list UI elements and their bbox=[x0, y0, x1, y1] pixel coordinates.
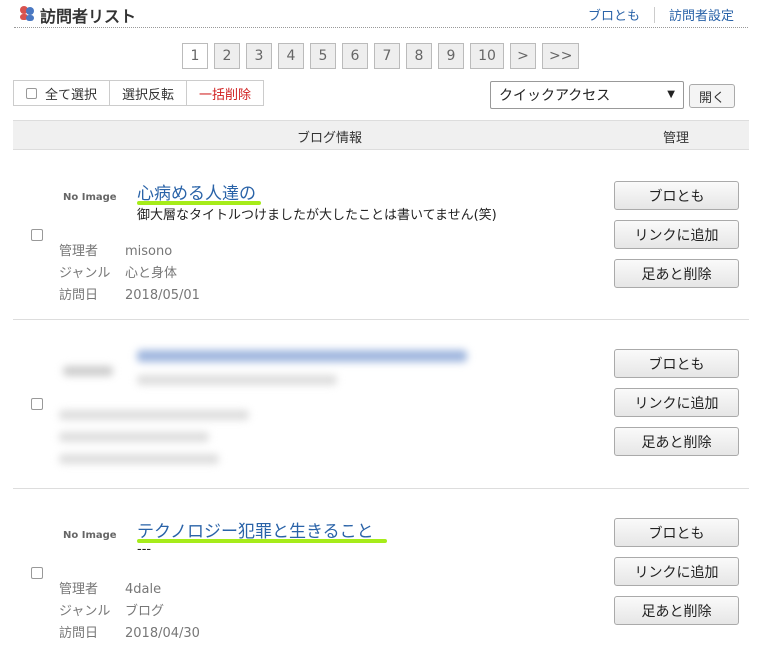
page-title: 訪問者リスト bbox=[40, 7, 137, 26]
admin-value: 4dale bbox=[125, 582, 162, 597]
page-3[interactable]: 3 bbox=[246, 43, 272, 69]
select-all-button[interactable]: 全て選択 bbox=[14, 81, 111, 105]
genre-label: ジャンル bbox=[59, 604, 111, 619]
blurred-desc bbox=[137, 375, 337, 385]
blog-description: --- bbox=[137, 542, 152, 557]
add-link-button[interactable]: リンクに追加 bbox=[614, 557, 739, 586]
admin-label: 管理者 bbox=[59, 244, 99, 259]
header-links: ブロとも 訪問者設定 bbox=[588, 5, 734, 24]
visitor-row: ブロとも リンクに追加 足あと削除 bbox=[13, 320, 749, 489]
page-6[interactable]: 6 bbox=[342, 43, 368, 69]
column-blog-info: ブログ情報 bbox=[297, 131, 363, 146]
row-checkbox[interactable] bbox=[31, 567, 43, 579]
burotomo-button[interactable]: ブロとも bbox=[614, 181, 739, 210]
admin-info: 管理者 4dale bbox=[59, 578, 161, 597]
select-all-checkbox[interactable] bbox=[26, 87, 37, 99]
genre-label: ジャンル bbox=[59, 266, 111, 281]
no-image-placeholder: No Image bbox=[63, 530, 117, 541]
add-link-button[interactable]: リンクに追加 bbox=[614, 220, 739, 249]
visit-date-info: 訪問日 2018/05/01 bbox=[59, 284, 200, 303]
visit-date-value: 2018/05/01 bbox=[125, 288, 200, 303]
visitor-row: No Image 心病める人達の 御大層なタイトルつけましたが大したことは書いて… bbox=[13, 151, 749, 320]
genre-info: ジャンル 心と身体 bbox=[59, 262, 177, 281]
last-page-button[interactable]: >> bbox=[542, 43, 580, 69]
table-header: ブログ情報 管理 bbox=[13, 120, 749, 150]
row-checkbox[interactable] bbox=[31, 229, 43, 241]
selection-toolbar: 全て選択 選択反転 一括削除 bbox=[13, 80, 265, 106]
visit-label: 訪問日 bbox=[59, 288, 99, 303]
blog-title-link[interactable]: 心病める人達の bbox=[137, 179, 256, 204]
genre-value: 心と身体 bbox=[125, 266, 178, 281]
column-manage: 管理 bbox=[663, 131, 690, 146]
blog-description: 御大層なタイトルつけましたが大したことは書いてません(笑) bbox=[137, 208, 497, 223]
blurred-date bbox=[59, 454, 219, 464]
quick-access-value: クイックアクセス bbox=[499, 88, 611, 104]
burotomo-button[interactable]: ブロとも bbox=[614, 518, 739, 547]
visit-date-info: 訪問日 2018/04/30 bbox=[59, 622, 200, 641]
page-7[interactable]: 7 bbox=[374, 43, 400, 69]
burotomo-button[interactable]: ブロとも bbox=[614, 349, 739, 378]
no-image-placeholder: No Image bbox=[63, 192, 117, 203]
invert-selection-button[interactable]: 選択反転 bbox=[110, 81, 188, 105]
divider bbox=[653, 7, 655, 23]
open-button[interactable]: 開く bbox=[689, 84, 735, 108]
visitors-icon bbox=[20, 6, 34, 21]
delete-footprint-button[interactable]: 足あと削除 bbox=[614, 259, 739, 288]
blurred-thumb bbox=[63, 366, 113, 376]
page-8[interactable]: 8 bbox=[406, 43, 432, 69]
visitor-row: No Image テクノロジー犯罪と生きること --- 管理者 4dale ジャン… bbox=[13, 489, 749, 656]
quick-access-select[interactable]: クイックアクセス ▼ bbox=[490, 81, 684, 109]
bulk-delete-button[interactable]: 一括削除 bbox=[187, 81, 264, 105]
genre-info: ジャンル ブログ bbox=[59, 600, 164, 619]
visitor-settings-link[interactable]: 訪問者設定 bbox=[669, 9, 734, 24]
burotomo-link[interactable]: ブロとも bbox=[588, 9, 640, 24]
blog-title-link[interactable]: テクノロジー犯罪と生きること bbox=[137, 517, 374, 542]
admin-info: 管理者 misono bbox=[59, 240, 172, 259]
admin-label: 管理者 bbox=[59, 582, 99, 597]
blurred-title bbox=[137, 350, 467, 362]
page-1[interactable]: 1 bbox=[182, 43, 208, 69]
visit-label: 訪問日 bbox=[59, 626, 99, 641]
page-header: 訪問者リスト ブロとも 訪問者設定 bbox=[14, 0, 748, 28]
delete-footprint-button[interactable]: 足あと削除 bbox=[614, 427, 739, 456]
next-page-button[interactable]: > bbox=[510, 43, 536, 69]
page-4[interactable]: 4 bbox=[278, 43, 304, 69]
genre-value: ブログ bbox=[125, 604, 165, 619]
pagination: 1 2 3 4 5 6 7 8 9 10 > >> bbox=[182, 43, 580, 69]
add-link-button[interactable]: リンクに追加 bbox=[614, 388, 739, 417]
select-all-label: 全て選択 bbox=[45, 87, 98, 103]
blurred-genre bbox=[59, 432, 209, 442]
page-2[interactable]: 2 bbox=[214, 43, 240, 69]
page-9[interactable]: 9 bbox=[438, 43, 464, 69]
row-checkbox[interactable] bbox=[31, 398, 43, 410]
page-10[interactable]: 10 bbox=[470, 43, 504, 69]
admin-value: misono bbox=[125, 244, 173, 259]
blurred-admin bbox=[59, 410, 249, 420]
visit-date-value: 2018/04/30 bbox=[125, 626, 200, 641]
chevron-down-icon: ▼ bbox=[667, 89, 675, 100]
page-5[interactable]: 5 bbox=[310, 43, 336, 69]
delete-footprint-button[interactable]: 足あと削除 bbox=[614, 596, 739, 625]
